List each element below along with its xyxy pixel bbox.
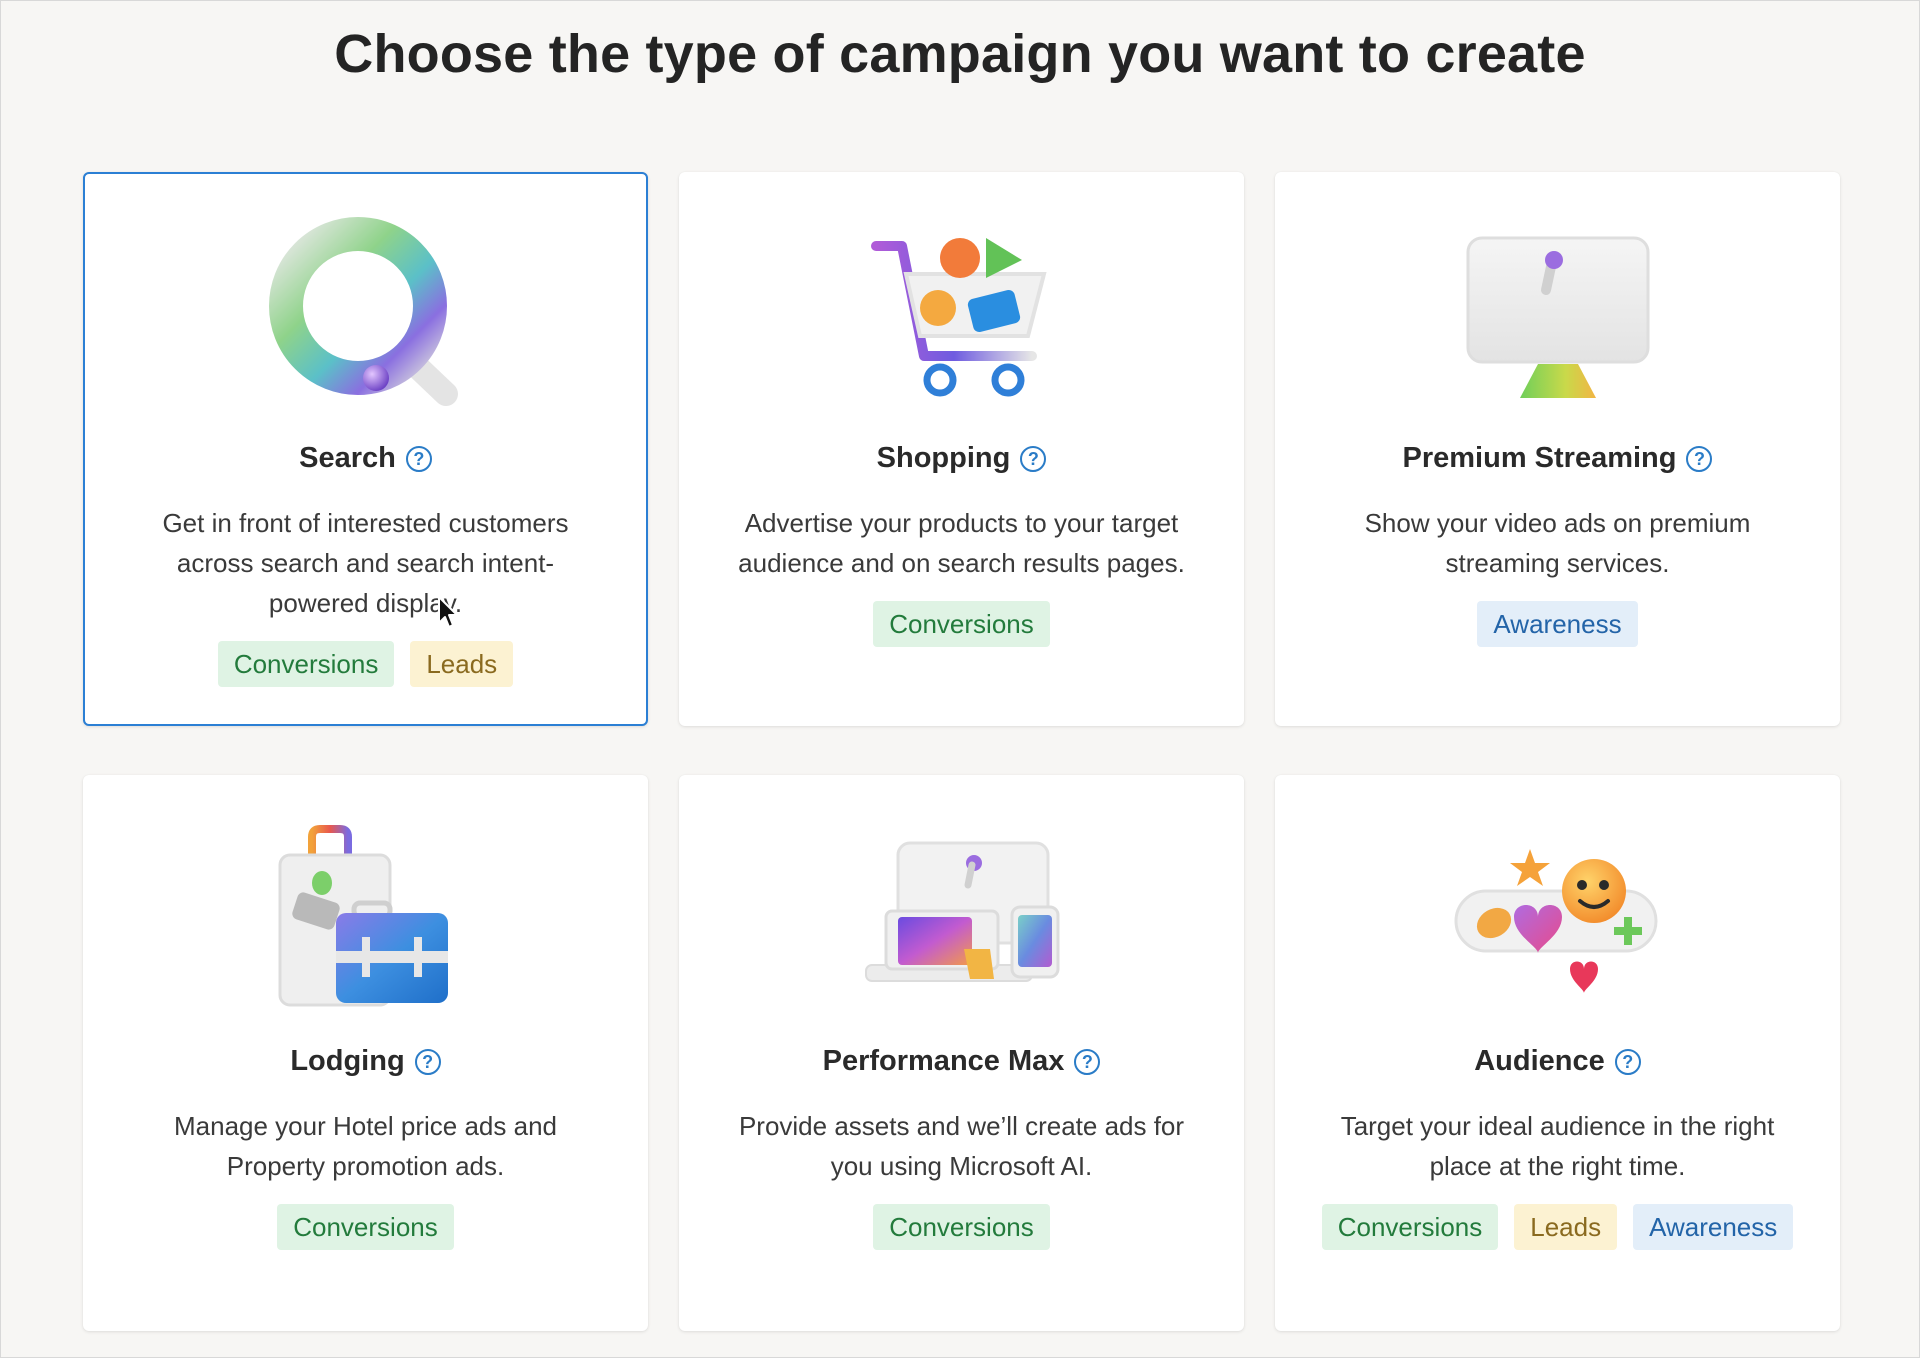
campaign-card-premium-streaming[interactable]: Premium Streaming ? Show your video ads … [1275, 172, 1840, 726]
question-circle-icon[interactable]: ? [1614, 1048, 1641, 1075]
emoji-reactions-illustration [1448, 819, 1668, 1019]
campaign-card-performance-max[interactable]: Performance Max ? Provide assets and we’… [679, 775, 1244, 1331]
tag-awareness: Awareness [1633, 1204, 1794, 1250]
card-header: Audience ? [1474, 1045, 1641, 1078]
magnifier-illustration [256, 216, 476, 416]
campaign-card-lodging[interactable]: Lodging ? Manage your Hotel price ads an… [83, 775, 648, 1331]
goal-tags: Conversions [873, 1204, 1050, 1250]
card-description: Advertise your products to your target a… [738, 508, 1185, 578]
question-circle-icon[interactable]: ? [1074, 1048, 1101, 1075]
campaign-card-audience[interactable]: Audience ? Target your ideal audience in… [1275, 775, 1840, 1331]
luggage-illustration [256, 819, 476, 1019]
campaign-card-search[interactable]: Search ? Get in front of interested cust… [83, 172, 648, 726]
tag-conversions: Conversions [277, 1204, 454, 1250]
monitor-illustration [1448, 216, 1668, 416]
tag-leads: Leads [1514, 1204, 1618, 1250]
devices-illustration [852, 819, 1072, 1019]
question-circle-icon[interactable]: ? [405, 445, 432, 472]
card-description: Get in front of interested customers acr… [162, 508, 569, 618]
card-title: Lodging [290, 1045, 405, 1077]
tag-leads: Leads [410, 641, 514, 687]
card-description: Target your ideal audience in the right … [1340, 1111, 1775, 1181]
card-header: Search ? [299, 442, 432, 475]
question-circle-icon[interactable]: ? [1686, 445, 1713, 472]
card-title: Search [299, 442, 396, 474]
card-title: Shopping [876, 442, 1011, 474]
shopping-cart-illustration [852, 216, 1072, 416]
card-title: Performance Max [822, 1045, 1065, 1077]
goal-tags: Conversions Leads Awareness [1321, 1204, 1794, 1250]
mouse-pointer-icon [438, 596, 458, 628]
tag-conversions: Conversions [1321, 1204, 1499, 1250]
card-title: Audience [1474, 1045, 1605, 1077]
card-description: Provide assets and we’ll create ads for … [738, 1111, 1185, 1181]
goal-tags: Conversions [873, 601, 1050, 647]
goal-tags: Conversions Leads [217, 641, 514, 687]
tag-conversions: Conversions [873, 1204, 1050, 1250]
goal-tags: Conversions [277, 1204, 454, 1250]
tag-awareness: Awareness [1477, 601, 1638, 647]
card-title: Premium Streaming [1402, 442, 1677, 474]
card-header: Performance Max ? [823, 1045, 1101, 1078]
goal-tags: Awareness [1477, 601, 1638, 647]
question-circle-icon[interactable]: ? [414, 1048, 441, 1075]
card-description: Show your video ads on premium streaming… [1364, 508, 1751, 578]
tag-conversions: Conversions [873, 601, 1050, 647]
card-header: Premium Streaming ? [1403, 442, 1713, 475]
campaign-type-grid: Search ? Get in front of interested cust… [83, 172, 1843, 1331]
campaign-card-shopping[interactable]: Shopping ? Advertise your products to yo… [679, 172, 1244, 726]
card-description: Manage your Hotel price ads and Property… [173, 1111, 557, 1181]
tag-conversions: Conversions [217, 641, 395, 687]
card-header: Lodging ? [290, 1045, 441, 1078]
page-title: Choose the type of campaign you want to … [334, 24, 1586, 84]
card-header: Shopping ? [877, 442, 1047, 475]
question-circle-icon[interactable]: ? [1020, 445, 1047, 472]
